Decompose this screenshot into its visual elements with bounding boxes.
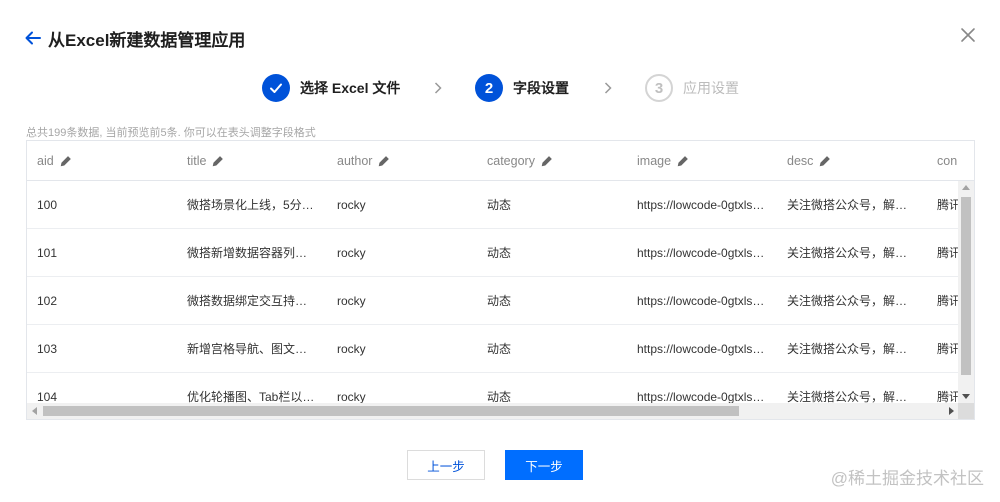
- horizontal-scroll-thumb[interactable]: [43, 406, 739, 416]
- cell-category: 动态: [487, 342, 512, 356]
- cell-author: rocky: [337, 294, 366, 308]
- column-header-label: image: [637, 154, 672, 168]
- column-header-author[interactable]: author: [337, 141, 390, 181]
- column-header-label: author: [337, 154, 373, 168]
- cell-con: 腾讯: [937, 342, 959, 356]
- table-row: 100 微搭场景化上线，5分… rocky 动态 https://lowcode…: [27, 181, 959, 229]
- cell-desc: 关注微搭公众号，解…: [787, 246, 908, 260]
- step-3-label: 应用设置: [683, 80, 739, 96]
- cell-desc: 关注微搭公众号，解…: [787, 198, 908, 212]
- cell-title: 优化轮播图、Tab栏以…: [187, 390, 315, 403]
- cell-desc: 关注微搭公众号，解…: [787, 390, 908, 403]
- next-step-button[interactable]: 下一步: [505, 450, 583, 480]
- step-app-settings: 3 应用设置: [645, 72, 739, 104]
- pencil-icon[interactable]: [677, 155, 689, 167]
- cell-title: 微搭场景化上线，5分…: [187, 198, 314, 212]
- cell-title: 新增宫格导航、图文…: [187, 342, 308, 356]
- scroll-left-arrow-icon[interactable]: [32, 407, 37, 415]
- cell-aid: 100: [37, 198, 58, 212]
- table-header: aid title author category image desc con: [27, 141, 974, 181]
- vertical-scrollbar[interactable]: [958, 181, 974, 403]
- cell-category: 动态: [487, 294, 512, 308]
- column-header-aid[interactable]: aid: [37, 141, 72, 181]
- cell-image: https://lowcode-0gtxls…: [637, 294, 765, 308]
- cell-category: 动态: [487, 198, 512, 212]
- pencil-icon[interactable]: [378, 155, 390, 167]
- cell-aid: 104: [37, 390, 58, 403]
- cell-category: 动态: [487, 390, 512, 403]
- cell-author: rocky: [337, 246, 366, 260]
- pencil-icon[interactable]: [541, 155, 553, 167]
- dialog-title: 从Excel新建数据管理应用: [48, 30, 246, 50]
- cell-aid: 103: [37, 342, 58, 356]
- vertical-scroll-thumb[interactable]: [961, 197, 971, 375]
- column-header-con[interactable]: con: [937, 141, 957, 181]
- cell-con: 腾讯: [937, 390, 959, 403]
- chevron-right-icon: [434, 82, 442, 94]
- column-header-image[interactable]: image: [637, 141, 689, 181]
- scrollbar-corner: [958, 403, 974, 419]
- column-header-title[interactable]: title: [187, 141, 224, 181]
- column-header-desc[interactable]: desc: [787, 141, 831, 181]
- cell-con: 腾讯: [937, 294, 959, 308]
- cell-aid: 101: [37, 246, 58, 260]
- cell-con: 腾讯: [937, 246, 959, 260]
- pencil-icon[interactable]: [212, 155, 224, 167]
- cell-image: https://lowcode-0gtxls…: [637, 246, 765, 260]
- chevron-right-icon: [604, 82, 612, 94]
- cell-image: https://lowcode-0gtxls…: [637, 342, 765, 356]
- pencil-icon[interactable]: [819, 155, 831, 167]
- check-icon: [270, 83, 282, 93]
- column-header-label: desc: [787, 154, 814, 168]
- step-1-circle: [262, 74, 290, 102]
- cell-desc: 关注微搭公众号，解…: [787, 294, 908, 308]
- close-icon[interactable]: [960, 27, 976, 43]
- table-row: 104 优化轮播图、Tab栏以… rocky 动态 https://lowcod…: [27, 373, 959, 403]
- scroll-down-arrow-icon[interactable]: [962, 394, 970, 399]
- table-row: 101 微搭新增数据容器列… rocky 动态 https://lowcode-…: [27, 229, 959, 277]
- column-header-label: title: [187, 154, 207, 168]
- table-row: 102 微搭数据绑定交互持… rocky 动态 https://lowcode-…: [27, 277, 959, 325]
- dialog-header: 从Excel新建数据管理应用: [24, 24, 245, 52]
- cell-image: https://lowcode-0gtxls…: [637, 390, 765, 403]
- column-header-label: con: [937, 154, 958, 168]
- table-row: 103 新增宫格导航、图文… rocky 动态 https://lowcode-…: [27, 325, 959, 373]
- arrow-left-icon[interactable]: [24, 29, 42, 47]
- step-field-settings: 2 字段设置: [475, 72, 569, 104]
- column-header-label: category: [487, 154, 535, 168]
- step-2-label: 字段设置: [513, 80, 569, 96]
- step-3-circle: 3: [645, 74, 673, 102]
- cell-title: 微搭数据绑定交互持…: [187, 294, 308, 308]
- column-header-category[interactable]: category: [487, 141, 553, 181]
- preview-hint: 总共199条数据, 当前预览前5条. 你可以在表头调整字段格式: [26, 127, 316, 139]
- scroll-up-arrow-icon[interactable]: [962, 185, 970, 190]
- column-header-label: aid: [37, 154, 54, 168]
- pencil-icon[interactable]: [60, 155, 72, 167]
- cell-aid: 102: [37, 294, 58, 308]
- horizontal-scrollbar[interactable]: [27, 403, 959, 419]
- table-body: 100 微搭场景化上线，5分… rocky 动态 https://lowcode…: [27, 181, 959, 403]
- step-select-excel: 选择 Excel 文件: [262, 72, 400, 104]
- cell-author: rocky: [337, 342, 366, 356]
- stepper: 选择 Excel 文件 2 字段设置 3 应用设置: [0, 72, 1000, 104]
- data-preview-table: aid title author category image desc con: [26, 140, 975, 420]
- step-1-label: 选择 Excel 文件: [300, 80, 401, 96]
- cell-image: https://lowcode-0gtxls…: [637, 198, 765, 212]
- scroll-right-arrow-icon[interactable]: [949, 407, 954, 415]
- cell-author: rocky: [337, 198, 366, 212]
- previous-step-button[interactable]: 上一步: [407, 450, 485, 480]
- cell-desc: 关注微搭公众号，解…: [787, 342, 908, 356]
- cell-category: 动态: [487, 246, 512, 260]
- cell-title: 微搭新增数据容器列…: [187, 246, 308, 260]
- step-2-circle: 2: [475, 74, 503, 102]
- watermark: @稀土掘金技术社区: [830, 469, 984, 488]
- cell-author: rocky: [337, 390, 366, 403]
- cell-con: 腾讯: [937, 198, 959, 212]
